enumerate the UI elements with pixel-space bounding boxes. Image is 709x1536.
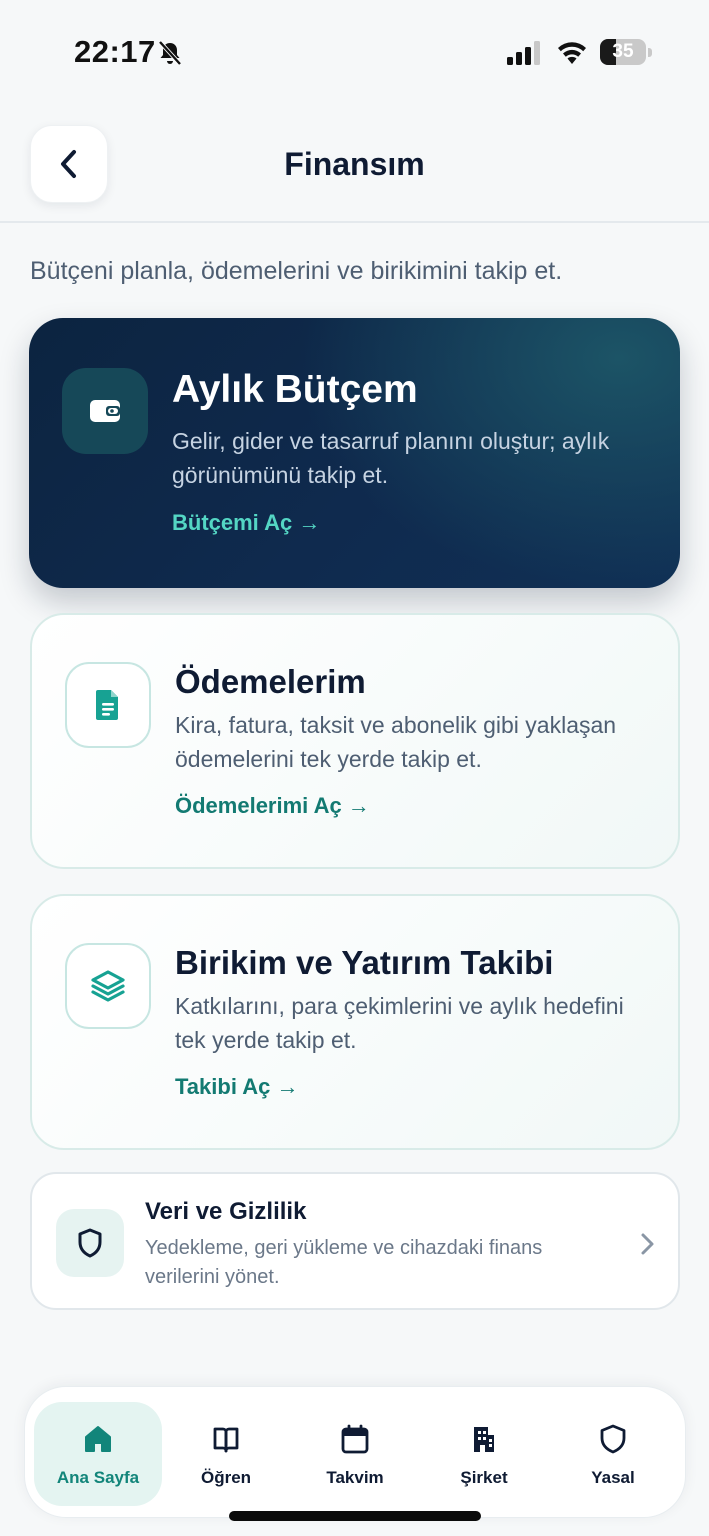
home-icon — [85, 1426, 111, 1452]
shield-icon — [56, 1209, 124, 1277]
hero-card-title: Aylık Bütçem — [172, 368, 418, 411]
battery-level: 35 — [612, 41, 634, 62]
shield-icon — [600, 1424, 626, 1454]
hero-card-description: Gelir, gider ve tasarruf planını oluştur… — [172, 428, 610, 488]
savings-investment-card[interactable]: Birikim ve Yatırım Takibi Katkılarını, p… — [30, 894, 680, 1150]
open-payments-link[interactable]: Ödemelerimi Aç → — [175, 793, 370, 819]
monthly-budget-card[interactable]: Aylık Bütçem Gelir, gider ve tasarruf pl… — [29, 318, 680, 588]
top-app-bar: Finansım — [0, 100, 709, 223]
data-privacy-row[interactable]: Veri ve Gizlilik Yedekleme, geri yükleme… — [30, 1172, 680, 1310]
privacy-description: Yedekleme, geri yükleme ve cihazdaki fin… — [145, 1237, 543, 1288]
tab-legal[interactable]: Yasal — [549, 1402, 677, 1506]
payments-card-title: Ödemelerim — [175, 663, 366, 700]
open-tracking-link[interactable]: Takibi Aç → — [175, 1074, 298, 1100]
home-indicator — [229, 1511, 481, 1521]
document-icon — [65, 662, 151, 748]
building-icon — [474, 1427, 494, 1452]
signal-icon — [507, 41, 540, 65]
tab-learn-label: Öğren — [200, 1468, 252, 1487]
chevron-right-icon — [641, 1233, 654, 1255]
tab-learn[interactable]: Öğren — [162, 1402, 290, 1506]
battery-icon: 35 — [600, 39, 652, 65]
tab-calendar-label: Takvim — [326, 1468, 384, 1487]
page-subtitle: Bütçeni planla, ödemelerini ve birikimin… — [30, 257, 563, 285]
savings-card-title: Birikim ve Yatırım Takibi — [175, 944, 554, 981]
status-bar: 22:17 35 — [0, 0, 709, 100]
page-title: Finansım — [284, 146, 425, 182]
wifi-icon — [558, 42, 586, 64]
tab-company-label: Şirket — [460, 1468, 508, 1487]
calendar-icon — [341, 1424, 369, 1454]
savings-card-description: Katkılarını, para çekimlerini ve aylık h… — [175, 993, 624, 1053]
status-time: 22:17 — [74, 34, 156, 69]
tab-home[interactable]: Ana Sayfa — [34, 1402, 162, 1506]
tab-calendar[interactable]: Takvim — [291, 1402, 419, 1506]
layers-icon — [65, 943, 151, 1029]
book-icon — [213, 1427, 239, 1453]
privacy-title: Veri ve Gizlilik — [145, 1198, 307, 1225]
wallet-icon — [62, 368, 148, 454]
tab-home-label: Ana Sayfa — [56, 1468, 140, 1487]
payments-card[interactable]: Ödemelerim Kira, fatura, taksit ve abone… — [30, 613, 680, 869]
payments-card-description: Kira, fatura, taksit ve abonelik gibi ya… — [175, 712, 617, 772]
bell-slash-icon — [158, 40, 182, 66]
tab-legal-label: Yasal — [591, 1468, 635, 1487]
tab-company[interactable]: Şirket — [420, 1402, 548, 1506]
bottom-tab-bar: Ana Sayfa Öğren Takvim Şirket Yasal — [24, 1386, 686, 1518]
open-budget-link[interactable]: Bütçemi Aç → — [172, 510, 320, 536]
